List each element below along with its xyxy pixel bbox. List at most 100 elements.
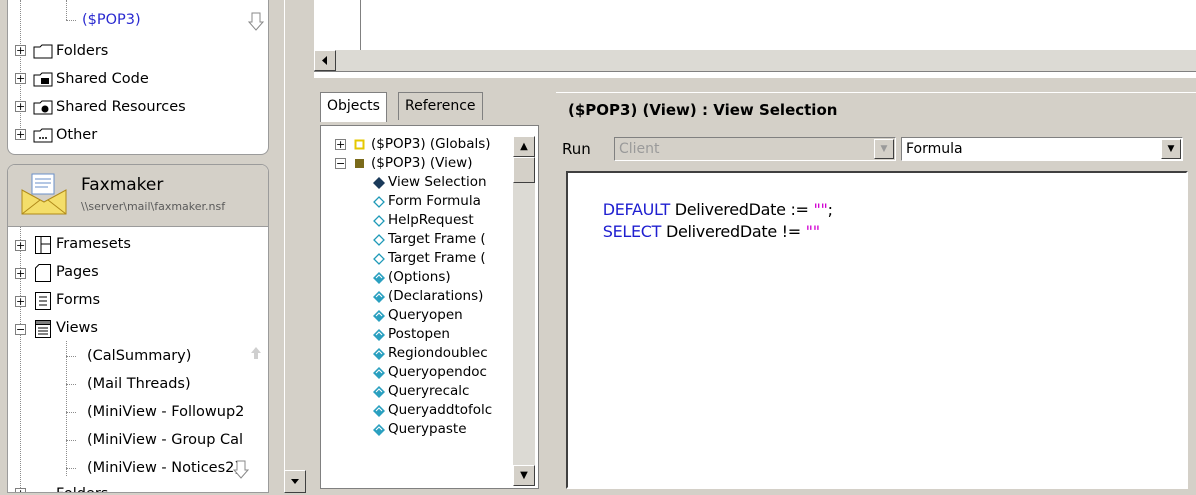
expand-globals-icon[interactable]: + xyxy=(335,139,346,150)
objects-scroll-thumb[interactable] xyxy=(513,157,535,183)
object-item-options[interactable]: (Options) xyxy=(388,268,451,287)
object-item-regiondoubleclick[interactable]: Regiondoublec xyxy=(388,344,488,363)
script-diamond-icon xyxy=(373,405,385,417)
expand-folders-icon[interactable]: + xyxy=(15,488,26,492)
language-value: Formula xyxy=(906,141,963,157)
script-diamond-icon xyxy=(373,424,385,436)
outline-diamond-icon xyxy=(373,234,385,246)
expand-folders-icon[interactable]: + xyxy=(15,45,26,56)
form-icon xyxy=(35,292,51,310)
script-diamond-icon xyxy=(373,329,385,341)
object-item-target-frame-1[interactable]: Target Frame ( xyxy=(388,230,486,249)
scroll-down-arrow-icon[interactable] xyxy=(248,12,264,32)
code-line-2: SELECT DeliveredDate != "" xyxy=(574,203,820,260)
tab-objects[interactable]: Objects xyxy=(320,92,387,122)
run-target-dropdown: Client ▼ xyxy=(614,137,896,161)
chevron-down-icon[interactable]: ▼ xyxy=(1161,139,1181,159)
mail-database-icon xyxy=(21,173,67,215)
run-label: Run xyxy=(562,140,591,158)
object-item-declarations[interactable]: (Declarations) xyxy=(388,287,483,306)
collapse-views-icon[interactable]: − xyxy=(15,324,26,335)
tree-item-framesets[interactable]: Framesets xyxy=(56,231,131,257)
code-token: DeliveredDate != xyxy=(661,222,806,241)
objects-scroll-down-button[interactable]: ▼ xyxy=(513,465,535,486)
view-square-icon xyxy=(355,159,364,168)
object-item-queryopen[interactable]: Queryopen xyxy=(388,306,463,325)
programmer-pane: ($POP3) (View) : View Selection Run Clie… xyxy=(556,92,1196,493)
collapse-view-icon[interactable]: − xyxy=(335,158,346,169)
other-folder-icon xyxy=(33,128,53,143)
view-item-calsummary[interactable]: (CalSummary) xyxy=(87,343,191,369)
expand-forms-icon[interactable]: + xyxy=(15,296,26,307)
scroll-down-arrow-icon[interactable] xyxy=(233,460,249,480)
tree-guide xyxy=(20,0,21,140)
tree-item-folders[interactable]: Folders xyxy=(56,38,108,64)
tree-item-forms[interactable]: Forms xyxy=(56,287,100,313)
tree-item-views[interactable]: Views xyxy=(56,315,98,341)
pane-splitter[interactable] xyxy=(546,92,556,493)
view-item-miniview-group-cal[interactable]: (MiniView - Group Cal xyxy=(87,427,243,453)
script-diamond-icon xyxy=(373,291,385,303)
database-path: \\server\mail\faxmaker.nsf xyxy=(81,200,226,213)
object-item-target-frame-2[interactable]: Target Frame ( xyxy=(388,249,486,268)
object-item-postopen[interactable]: Postopen xyxy=(388,325,450,344)
object-item-form-formula[interactable]: Form Formula xyxy=(388,192,481,211)
navigator-scrollbar[interactable] xyxy=(284,0,306,493)
object-item-queryaddtofolder[interactable]: Queryaddtofolc xyxy=(388,401,492,420)
expand-shared-code-icon[interactable]: + xyxy=(15,73,26,84)
objects-tree: + ($POP3) (Globals) − ($POP3) (View) Vie… xyxy=(320,125,539,489)
page-icon xyxy=(35,264,51,282)
programmer-pane-title: ($POP3) (View) : View Selection xyxy=(568,101,838,119)
scroll-left-button[interactable] xyxy=(314,50,336,71)
script-diamond-icon xyxy=(373,348,385,360)
objects-scroll-up-button[interactable]: ▲ xyxy=(513,136,535,157)
expand-other-icon[interactable]: + xyxy=(15,129,26,140)
view-item-miniview-followup[interactable]: (MiniView - Followup2 xyxy=(87,399,244,425)
code-keyword-select: SELECT xyxy=(602,222,662,241)
database-header[interactable]: Faxmaker \\server\mail\faxmaker.nsf xyxy=(8,165,268,227)
frameset-icon xyxy=(35,236,51,254)
object-item-querypaste[interactable]: Querypaste xyxy=(388,420,467,439)
filled-diamond-icon xyxy=(373,177,385,189)
object-item-view-selection[interactable]: View Selection xyxy=(388,173,487,192)
view-item-miniview-notices[interactable]: (MiniView - Notices2) xyxy=(87,455,240,481)
triangle-left-icon xyxy=(322,56,327,65)
view-item-mail-threads[interactable]: (Mail Threads) xyxy=(87,371,191,397)
objects-scrollbar[interactable]: ▲ ▼ xyxy=(513,136,535,486)
outline-diamond-icon xyxy=(373,215,385,227)
object-item-view[interactable]: ($POP3) (View) xyxy=(371,154,472,173)
shared-code-folder-icon xyxy=(33,72,53,87)
tree-item-pages[interactable]: Pages xyxy=(56,259,99,285)
tree-item-shared-code[interactable]: Shared Code xyxy=(56,66,149,92)
column-divider xyxy=(360,0,361,50)
script-diamond-icon xyxy=(373,272,385,284)
tree-item-folders-partial[interactable]: Folders xyxy=(56,481,108,492)
code-string: "" xyxy=(805,222,820,241)
navigator-scroll-down-button[interactable] xyxy=(284,470,306,493)
outline-diamond-icon xyxy=(373,253,385,265)
navigator-database-tree: Faxmaker \\server\mail\faxmaker.nsf + Fr… xyxy=(7,164,269,493)
triangle-down-icon xyxy=(291,479,299,484)
shared-resources-folder-icon xyxy=(33,100,53,115)
expand-shared-resources-icon[interactable]: + xyxy=(15,101,26,112)
folder-icon xyxy=(33,44,53,59)
object-item-queryrecalc[interactable]: Queryrecalc xyxy=(388,382,469,401)
tab-reference[interactable]: Reference xyxy=(398,92,483,120)
globals-square-icon xyxy=(354,139,365,150)
tree-item-shared-resources[interactable]: Shared Resources xyxy=(56,94,186,120)
scroll-up-arrow-icon[interactable] xyxy=(250,346,262,360)
tree-item-other[interactable]: Other xyxy=(56,122,97,148)
expand-framesets-icon[interactable]: + xyxy=(15,240,26,251)
horizontal-scrollbar[interactable] xyxy=(314,50,1196,71)
language-dropdown[interactable]: Formula ▼ xyxy=(901,137,1183,161)
chevron-down-icon: ▼ xyxy=(874,139,894,159)
expand-pages-icon[interactable]: + xyxy=(15,268,26,279)
navigator-top-tree: ($POP3) + Folders + Shared Code + Shared… xyxy=(7,0,269,155)
object-item-queryopendocument[interactable]: Queryopendoc xyxy=(388,363,487,382)
object-item-helprequest[interactable]: HelpRequest xyxy=(388,211,474,230)
run-target-value: Client xyxy=(619,141,660,157)
formula-editor[interactable]: DEFAULT DeliveredDate := ""; SELECT Deli… xyxy=(566,171,1188,489)
script-diamond-icon xyxy=(373,367,385,379)
object-item-globals[interactable]: ($POP3) (Globals) xyxy=(371,135,491,154)
tree-item-pop3[interactable]: ($POP3) xyxy=(82,7,141,33)
